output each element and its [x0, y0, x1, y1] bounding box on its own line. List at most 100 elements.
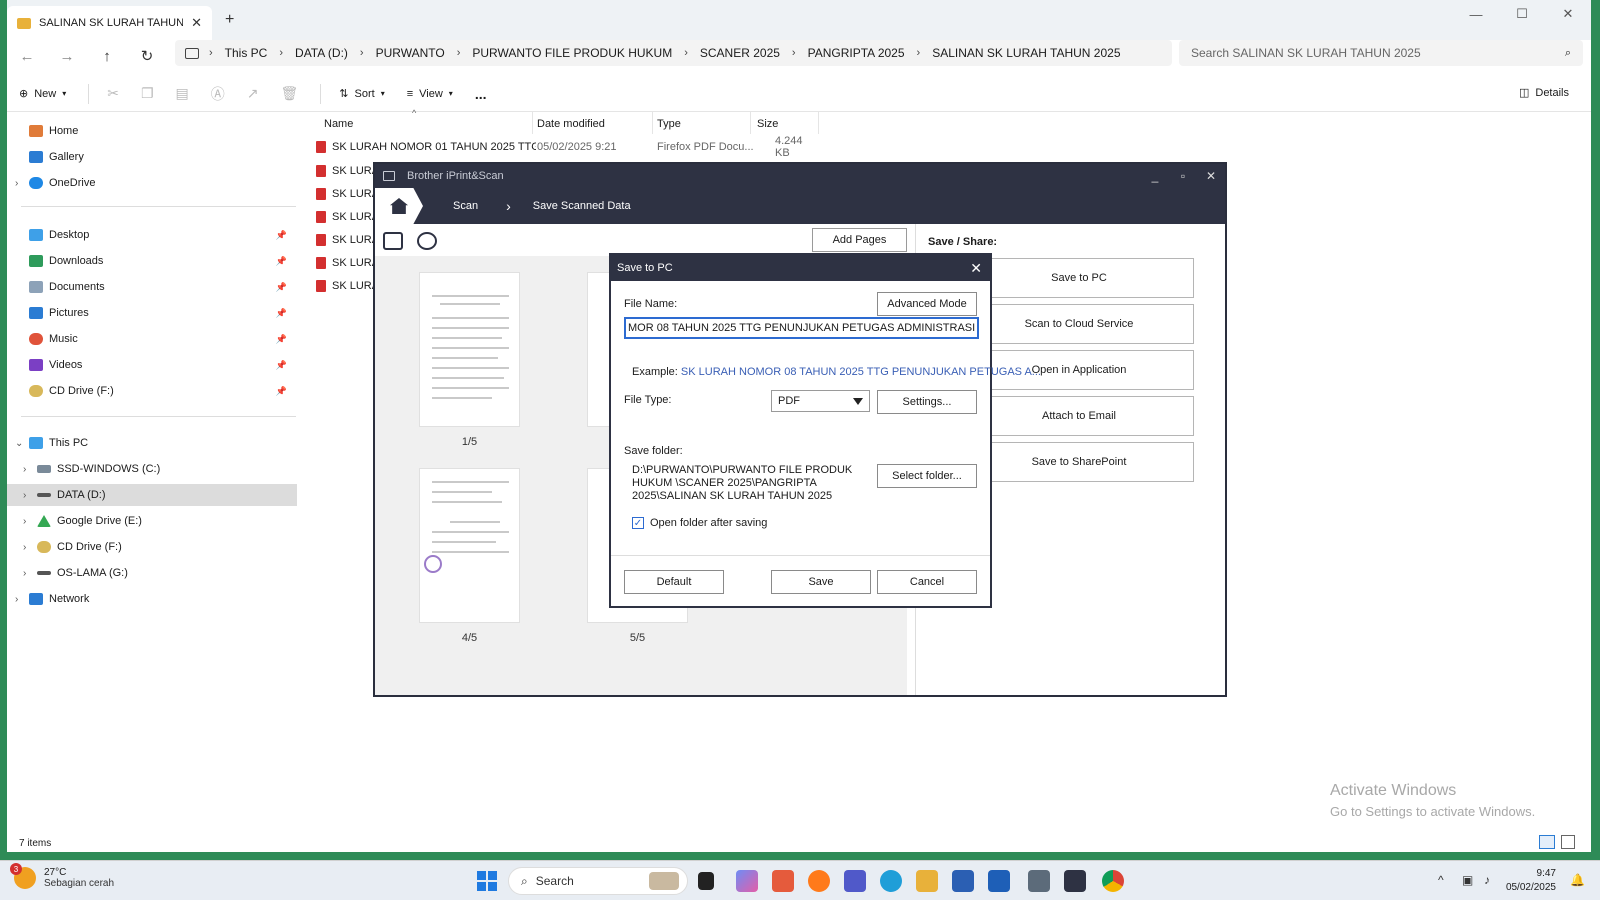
- sidebar-item-downloads[interactable]: Downloads 📌: [7, 250, 297, 272]
- forward-arrow-icon[interactable]: →: [47, 48, 87, 65]
- sidebar-item-cd-drive[interactable]: › CD Drive (F:): [7, 536, 297, 558]
- file-row[interactable]: SK LURAH NOMOR 01 TAHUN 2025 TTG ... 05/…: [312, 135, 812, 159]
- chevron-up-icon[interactable]: ^: [1438, 873, 1444, 887]
- chevron-down-icon[interactable]: ⌄: [15, 438, 29, 449]
- search-box[interactable]: Search SALINAN SK LURAH TAHUN 2025 ⌕: [1179, 40, 1583, 66]
- volume-icon[interactable]: ♪: [1484, 873, 1490, 887]
- rename-icon[interactable]: Ⓐ: [211, 84, 225, 104]
- chevron-right-icon[interactable]: ›: [23, 542, 37, 553]
- breadcrumb-this-pc[interactable]: This PC ›: [225, 46, 295, 60]
- iprint-scan-icon[interactable]: [1064, 870, 1086, 892]
- mail-icon[interactable]: [988, 870, 1010, 892]
- sidebar-item-cd-drive-pinned[interactable]: CD Drive (F:) 📌: [7, 380, 297, 402]
- open-folder-checkbox[interactable]: ✓ Open folder after saving: [632, 517, 767, 529]
- notification-bell-icon[interactable]: 🔔: [1570, 873, 1585, 887]
- checkmark-icon[interactable]: ✓: [632, 517, 644, 529]
- chrome-icon[interactable]: [1102, 870, 1124, 892]
- chevron-right-icon[interactable]: ›: [23, 568, 37, 579]
- sidebar-item-network[interactable]: › Network: [7, 588, 297, 610]
- save-to-sharepoint-button[interactable]: Save to SharePoint: [964, 442, 1194, 482]
- details-button[interactable]: ◫ Details: [1519, 86, 1569, 100]
- minimize-button[interactable]: _: [1141, 169, 1169, 183]
- column-header-size[interactable]: Size: [757, 118, 778, 130]
- start-button[interactable]: [477, 871, 497, 891]
- up-arrow-icon[interactable]: ↑: [87, 48, 127, 65]
- address-bar[interactable]: › This PC › DATA (D:) › PURWANTO › PURWANTO…: [175, 40, 1172, 66]
- weather-widget[interactable]: 3 27°C Sebagian cerah: [10, 863, 114, 889]
- sidebar-item-google-drive[interactable]: › Google Drive (E:): [7, 510, 297, 532]
- file-name-input[interactable]: MOR 08 TAHUN 2025 TTG PENUNJUKAN PETUGAS…: [624, 317, 979, 339]
- explorer-tab[interactable]: SALINAN SK LURAH TAHUN 2( ✕: [7, 6, 212, 40]
- column-header-type[interactable]: Type: [657, 118, 681, 130]
- chevron-right-icon[interactable]: ›: [23, 516, 37, 527]
- chevron-right-icon[interactable]: ›: [23, 464, 37, 475]
- maximize-button[interactable]: ▫: [1169, 169, 1197, 183]
- file-type-select[interactable]: PDF: [771, 390, 870, 412]
- copy-icon[interactable]: ❐: [141, 85, 154, 102]
- paste-icon[interactable]: ▤: [176, 85, 189, 102]
- close-icon[interactable]: ✕: [970, 260, 982, 277]
- scan-to-cloud-button[interactable]: Scan to Cloud Service: [964, 304, 1194, 344]
- sidebar-item-pictures[interactable]: Pictures 📌: [7, 302, 297, 324]
- store-icon[interactable]: [952, 870, 974, 892]
- copilot-icon[interactable]: [736, 870, 758, 892]
- large-icons-view-icon[interactable]: [1561, 835, 1575, 849]
- sidebar-item-gallery[interactable]: Gallery: [7, 146, 297, 168]
- settings-button[interactable]: Settings...: [877, 390, 977, 414]
- page-thumbnail[interactable]: [419, 272, 520, 427]
- save-button[interactable]: Save: [771, 570, 871, 594]
- sort-button[interactable]: ⇅ Sort ▾: [339, 87, 384, 101]
- breadcrumb-purwanto[interactable]: PURWANTO ›: [376, 46, 473, 60]
- taskbar-search[interactable]: ⌕ Search: [508, 867, 688, 895]
- new-button[interactable]: ⊕ New ▾: [19, 87, 66, 101]
- cut-icon[interactable]: ✂: [107, 85, 119, 102]
- minimize-button[interactable]: —: [1453, 0, 1499, 28]
- new-tab-button[interactable]: +: [225, 11, 234, 29]
- app-icon[interactable]: [772, 870, 794, 892]
- breadcrumb-data-d[interactable]: DATA (D:) ›: [295, 46, 376, 60]
- chevron-right-icon[interactable]: ›: [15, 178, 29, 189]
- zoom-fit-icon[interactable]: [383, 232, 403, 250]
- chevron-right-icon[interactable]: ›: [23, 490, 37, 501]
- home-button[interactable]: [375, 188, 423, 224]
- system-clock[interactable]: 9:47 05/02/2025: [1506, 867, 1556, 895]
- maximize-button[interactable]: ☐: [1499, 0, 1545, 28]
- sidebar-item-os-lama[interactable]: › OS-LAMA (G:): [7, 562, 297, 584]
- sidebar-item-desktop[interactable]: Desktop 📌: [7, 224, 297, 246]
- advanced-mode-button[interactable]: Advanced Mode: [877, 292, 977, 316]
- network-status-icon[interactable]: ▣: [1462, 873, 1473, 887]
- file-explorer-icon[interactable]: [916, 870, 938, 892]
- more-options-button[interactable]: ...: [475, 86, 487, 102]
- select-folder-button[interactable]: Select folder...: [877, 464, 977, 488]
- page-thumbnail[interactable]: [419, 468, 520, 623]
- cancel-button[interactable]: Cancel: [877, 570, 977, 594]
- close-window-button[interactable]: ✕: [1545, 0, 1591, 28]
- delete-icon[interactable]: 🗑: [281, 85, 299, 102]
- sidebar-item-videos[interactable]: Videos 📌: [7, 354, 297, 376]
- refresh-icon[interactable]: ↻: [127, 47, 167, 65]
- breadcrumb-scan[interactable]: Scan: [453, 200, 478, 212]
- camera-icon[interactable]: [1028, 870, 1050, 892]
- teams-icon[interactable]: [844, 870, 866, 892]
- details-view-icon[interactable]: [1539, 835, 1555, 849]
- firefox-icon[interactable]: [808, 870, 830, 892]
- back-arrow-icon[interactable]: ←: [7, 48, 47, 65]
- sidebar-item-home[interactable]: Home: [7, 120, 297, 142]
- save-to-pc-button[interactable]: Save to PC: [964, 258, 1194, 298]
- sidebar-item-ssd[interactable]: › SSD-WINDOWS (C:): [7, 458, 297, 480]
- column-header-name[interactable]: Name: [324, 118, 353, 130]
- sidebar-item-documents[interactable]: Documents 📌: [7, 276, 297, 298]
- breadcrumb-pangripta[interactable]: PANGRIPTA 2025 ›: [808, 46, 933, 60]
- column-header-date[interactable]: Date modified: [537, 118, 605, 130]
- breadcrumb-scaner[interactable]: SCANER 2025 ›: [700, 46, 808, 60]
- view-button[interactable]: ≡ View ▾: [407, 88, 453, 100]
- breadcrumb-salinan[interactable]: SALINAN SK LURAH TAHUN 2025: [932, 46, 1120, 60]
- share-icon[interactable]: ↗: [247, 85, 259, 102]
- zoom-in-icon[interactable]: [417, 232, 437, 250]
- task-view-icon[interactable]: [698, 872, 714, 890]
- close-window-button[interactable]: ✕: [1197, 169, 1225, 183]
- attach-to-email-button[interactable]: Attach to Email: [964, 396, 1194, 436]
- edge-icon[interactable]: [880, 870, 902, 892]
- close-tab-icon[interactable]: ✕: [191, 15, 202, 31]
- sidebar-item-data-d[interactable]: › DATA (D:): [7, 484, 297, 506]
